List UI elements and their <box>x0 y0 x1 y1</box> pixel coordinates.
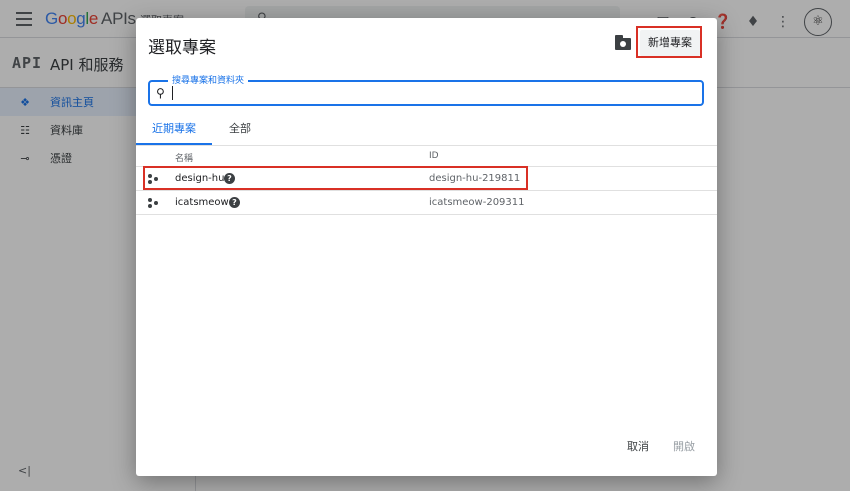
tab-recent[interactable]: 近期專案 <box>136 120 212 145</box>
table-row[interactable]: icatsmeow ? icatsmeow-209311 <box>136 191 717 215</box>
text-cursor <box>172 86 173 100</box>
column-header-name[interactable]: 名稱 <box>175 151 193 164</box>
project-name[interactable]: icatsmeow <box>175 197 229 208</box>
help-icon[interactable]: ? <box>229 197 240 208</box>
new-folder-icon[interactable] <box>614 34 634 52</box>
dialog-title: 選取專案 <box>148 38 216 58</box>
project-icon <box>148 198 160 210</box>
project-tabs: 近期專案 全部 <box>136 120 717 145</box>
column-header-id[interactable]: ID <box>429 151 439 161</box>
highlight-box-design-hu <box>143 166 528 190</box>
search-label: 搜尋專案和資料夾 <box>168 73 249 86</box>
dialog-actions: 取消 開啟 <box>627 438 695 454</box>
project-id: icatsmeow-209311 <box>429 197 525 208</box>
select-project-dialog: 選取專案 新增專案 搜尋專案和資料夾 ⚲ 近期專案 全部 名稱 ID desig… <box>136 18 717 476</box>
tab-all[interactable]: 全部 <box>212 120 268 145</box>
search-input[interactable]: 搜尋專案和資料夾 ⚲ <box>148 73 704 106</box>
highlight-box-new-project <box>636 26 702 58</box>
cancel-button[interactable]: 取消 <box>627 438 649 454</box>
table-header: 名稱 ID <box>136 145 717 167</box>
open-button[interactable]: 開啟 <box>673 438 695 454</box>
search-icon: ⚲ <box>156 86 165 100</box>
